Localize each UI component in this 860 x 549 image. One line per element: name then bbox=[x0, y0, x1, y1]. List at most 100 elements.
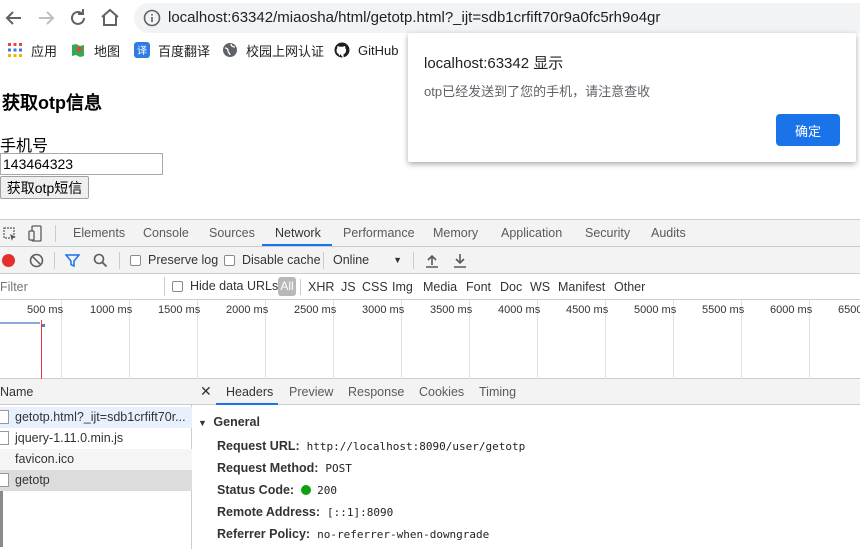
import-har-icon[interactable] bbox=[425, 253, 439, 271]
tab-security[interactable]: Security bbox=[585, 226, 630, 240]
timeline-tick-label: 1500 ms bbox=[158, 304, 201, 316]
timeline-request-bar bbox=[0, 322, 40, 324]
tab-console[interactable]: Console bbox=[143, 226, 189, 240]
bookmark-label: 校园上网认证 bbox=[246, 43, 325, 59]
type-filter-font[interactable]: Font bbox=[466, 280, 491, 294]
detail-tabbar: ✕ Headers Preview Response Cookies Timin… bbox=[192, 379, 860, 405]
bookmark-map[interactable]: 地图 bbox=[70, 41, 120, 59]
type-filter-css[interactable]: CSS bbox=[362, 280, 388, 294]
device-toolbar-icon[interactable] bbox=[28, 225, 44, 245]
type-filter-xhr[interactable]: XHR bbox=[308, 280, 334, 294]
tab-response[interactable]: Response bbox=[348, 385, 404, 399]
home-icon[interactable] bbox=[98, 6, 122, 30]
timeline-tick-label: 4000 ms bbox=[498, 304, 541, 316]
preserve-log-checkbox[interactable]: Preserve log bbox=[130, 253, 218, 267]
bookmark-apps[interactable]: 应用 bbox=[7, 41, 57, 59]
map-icon bbox=[70, 42, 86, 58]
bookmark-label: 百度翻译 bbox=[158, 43, 211, 59]
forward-arrow-icon[interactable] bbox=[34, 6, 58, 30]
script-file-icon bbox=[0, 431, 9, 445]
timeline-tick-label: 2000 ms bbox=[226, 304, 269, 316]
header-row-request-method: Request Method: POST bbox=[217, 461, 352, 475]
request-name: getotp.html?_ijt=sdb1crfift70r... bbox=[15, 410, 186, 424]
name-column-header[interactable]: Name bbox=[0, 379, 192, 405]
tab-cookies[interactable]: Cookies bbox=[419, 385, 464, 399]
inspect-element-icon[interactable] bbox=[3, 227, 17, 244]
type-filter-other[interactable]: Other bbox=[614, 280, 645, 294]
tab-sources[interactable]: Sources bbox=[209, 226, 255, 240]
load-event-marker bbox=[41, 320, 42, 379]
tab-application[interactable]: Application bbox=[501, 226, 562, 240]
scrollbar-thumb[interactable] bbox=[0, 491, 3, 547]
network-timeline[interactable]: 500 ms 1000 ms 1500 ms 2000 ms 2500 ms 3… bbox=[0, 300, 860, 379]
header-value: POST bbox=[325, 461, 352, 475]
tab-performance[interactable]: Performance bbox=[343, 226, 415, 240]
toolbar-divider bbox=[323, 252, 324, 269]
info-icon[interactable] bbox=[143, 9, 161, 32]
filter-icon[interactable] bbox=[64, 253, 81, 271]
header-key: Request Method: bbox=[217, 461, 319, 475]
devtools-tabbar: Elements Console Sources Network Perform… bbox=[0, 220, 860, 247]
request-row[interactable]: favicon.ico bbox=[0, 449, 192, 470]
export-har-icon[interactable] bbox=[453, 253, 467, 271]
general-section-header[interactable]: ▼ General bbox=[198, 415, 260, 429]
tab-headers[interactable]: Headers bbox=[226, 385, 273, 399]
tab-memory[interactable]: Memory bbox=[433, 226, 478, 240]
back-arrow-icon[interactable] bbox=[2, 6, 26, 30]
header-value: 200 bbox=[317, 483, 337, 497]
header-key: Remote Address: bbox=[217, 505, 321, 519]
close-icon[interactable]: ✕ bbox=[200, 383, 212, 400]
checkbox-icon bbox=[130, 254, 141, 266]
page-title: 获取otp信息 bbox=[2, 93, 102, 113]
request-row[interactable]: jquery-1.11.0.min.js bbox=[0, 428, 192, 449]
dialog-title: localhost:63342 显示 bbox=[424, 55, 564, 72]
general-section-title: General bbox=[213, 415, 260, 429]
type-filter-manifest[interactable]: Manifest bbox=[558, 280, 605, 294]
tab-network[interactable]: Network bbox=[275, 226, 321, 240]
type-filter-media[interactable]: Media bbox=[423, 280, 457, 294]
search-icon[interactable] bbox=[93, 253, 108, 271]
filter-input[interactable] bbox=[0, 277, 158, 297]
type-filter-doc[interactable]: Doc bbox=[500, 280, 522, 294]
tab-audits[interactable]: Audits bbox=[651, 226, 686, 240]
request-row[interactable]: getotp.html?_ijt=sdb1crfift70r... bbox=[0, 407, 192, 428]
disable-cache-label: Disable cache bbox=[242, 253, 321, 267]
clear-icon[interactable] bbox=[29, 253, 44, 271]
bookmark-campus-auth[interactable]: 校园上网认证 bbox=[222, 41, 324, 59]
type-filter-ws[interactable]: WS bbox=[530, 280, 550, 294]
toolbar-divider bbox=[119, 252, 120, 269]
checkbox-icon bbox=[224, 254, 235, 266]
timeline-tick-label: 1000 ms bbox=[90, 304, 133, 316]
timeline-tick-label: 5500 ms bbox=[702, 304, 745, 316]
tabbar-divider bbox=[55, 225, 56, 242]
bookmark-github[interactable]: GitHub bbox=[334, 41, 398, 59]
timeline-tick-label: 5000 ms bbox=[634, 304, 677, 316]
address-bar[interactable]: localhost:63342/miaosha/html/getotp.html… bbox=[134, 3, 860, 33]
disable-cache-checkbox[interactable]: Disable cache bbox=[224, 253, 321, 267]
request-name: favicon.ico bbox=[15, 452, 75, 466]
throttle-select[interactable]: Online ▼ bbox=[333, 253, 402, 267]
tab-preview[interactable]: Preview bbox=[289, 385, 333, 399]
xhr-file-icon bbox=[0, 473, 9, 487]
phone-input[interactable] bbox=[0, 153, 163, 175]
request-row-selected[interactable]: getotp bbox=[0, 470, 192, 491]
hide-data-urls-label: Hide data URLs bbox=[190, 279, 279, 293]
timeline-tick-label: 3000 ms bbox=[362, 304, 405, 316]
type-filter-all[interactable]: All bbox=[278, 277, 296, 296]
get-otp-button[interactable]: 获取otp短信 bbox=[0, 176, 89, 199]
type-filter-js[interactable]: JS bbox=[341, 280, 356, 294]
header-value: no-referrer-when-downgrade bbox=[317, 527, 490, 541]
active-tab-indicator bbox=[216, 403, 278, 405]
reload-icon[interactable] bbox=[66, 6, 90, 30]
tab-timing[interactable]: Timing bbox=[479, 385, 516, 399]
ok-button[interactable]: 确定 bbox=[776, 114, 840, 146]
dialog-message: otp已经发送到了您的手机，请注意查收 bbox=[424, 84, 651, 99]
apps-grid-icon bbox=[7, 42, 23, 58]
type-filter-img[interactable]: Img bbox=[392, 280, 413, 294]
tab-elements[interactable]: Elements bbox=[73, 226, 125, 240]
dropdown-arrow-icon: ▼ bbox=[393, 255, 403, 265]
record-icon[interactable] bbox=[2, 254, 15, 267]
bookmark-label: 地图 bbox=[94, 43, 121, 59]
bookmark-translate[interactable]: 译 百度翻译 bbox=[134, 41, 210, 59]
hide-data-urls-checkbox[interactable]: Hide data URLs bbox=[172, 279, 278, 293]
